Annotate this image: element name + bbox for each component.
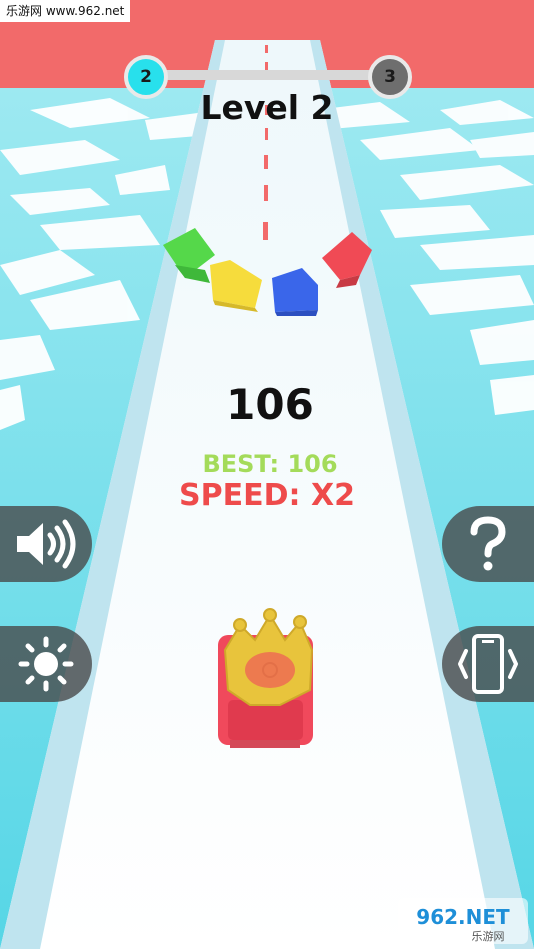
vibration-button[interactable] [442, 626, 534, 702]
speaker-icon [17, 519, 76, 569]
brightness-button[interactable] [0, 626, 92, 702]
sun-icon [18, 636, 74, 692]
best-score: BEST: 106 [202, 450, 338, 478]
level-title: Level 2 [200, 88, 334, 127]
help-button[interactable] [442, 506, 534, 582]
speed-multiplier: SPEED: X2 [179, 478, 355, 513]
watermark-logo-text: 962.NET [416, 905, 510, 929]
progress-track [145, 70, 390, 80]
watermark-logo-subtext: 乐游网 [472, 930, 505, 943]
crown-inner [245, 652, 295, 688]
sound-button[interactable] [0, 506, 92, 582]
question-icon [470, 516, 506, 571]
watermark-logo: 962.NET 乐游网 [398, 898, 528, 944]
watermark-top: 乐游网 www.962.net [0, 0, 131, 22]
phone-vibrate-icon [458, 634, 518, 694]
score: 106 [226, 380, 314, 429]
level-progress-bar [145, 66, 390, 84]
